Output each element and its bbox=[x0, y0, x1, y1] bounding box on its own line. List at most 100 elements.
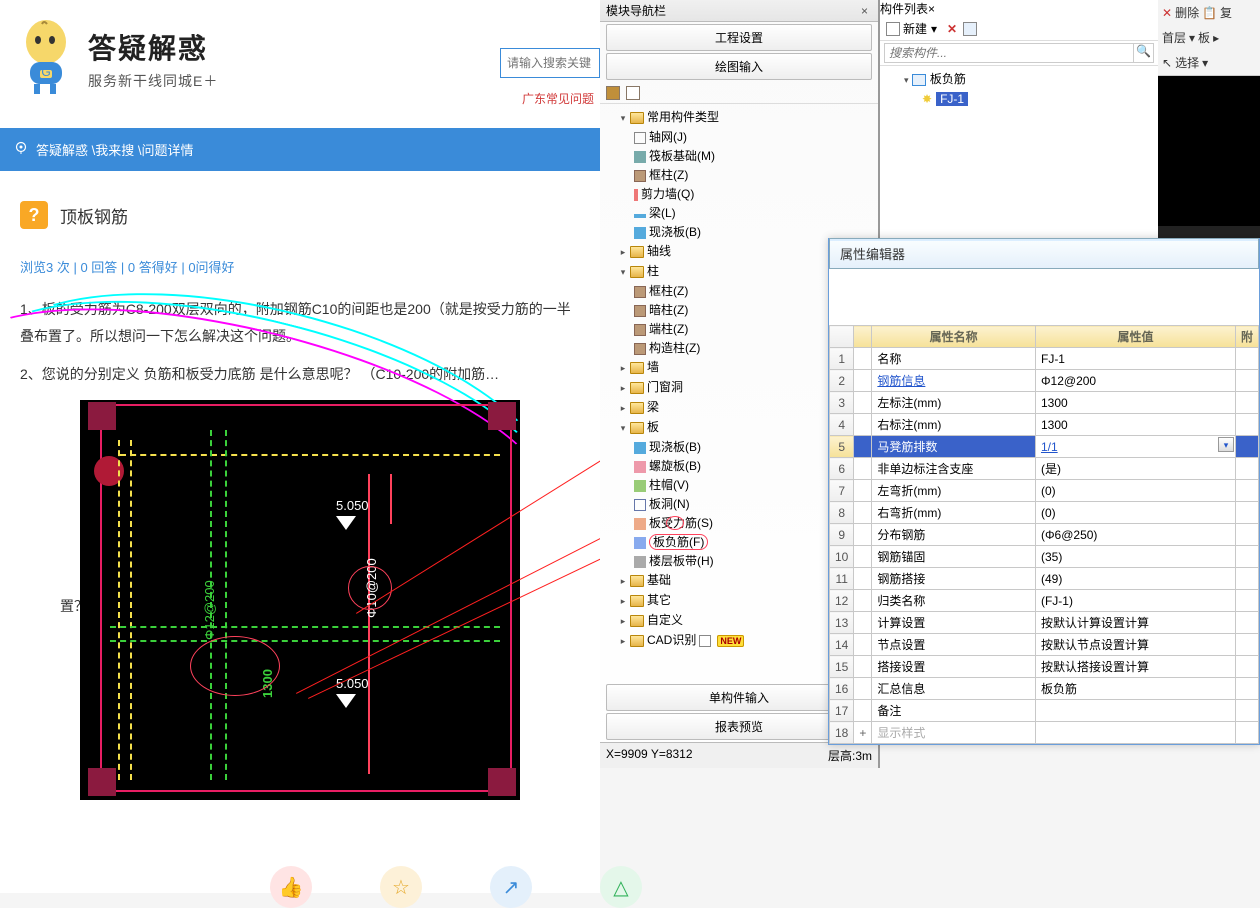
expand-icon bbox=[854, 436, 872, 458]
tab-project-settings[interactable]: 工程设置 bbox=[606, 24, 872, 51]
tree-group-foundation[interactable]: 基础 bbox=[647, 573, 671, 587]
close-icon[interactable]: × bbox=[928, 2, 935, 16]
prop-value[interactable]: (FJ-1) bbox=[1035, 590, 1235, 612]
tree-item-slab-neg-rebar[interactable]: 板负筋(F) bbox=[649, 534, 708, 550]
prop-value[interactable] bbox=[1035, 722, 1235, 744]
tree-item[interactable]: 轴网(J) bbox=[649, 130, 687, 144]
tree-item[interactable]: 螺旋板(B) bbox=[649, 459, 701, 473]
search-icon[interactable]: 🔍 bbox=[1134, 43, 1154, 63]
prop-value[interactable]: (0) bbox=[1035, 502, 1235, 524]
tree-group-column[interactable]: 柱 bbox=[647, 264, 659, 278]
component-tree[interactable]: ▾ 板负筋 ✸FJ-1 bbox=[880, 66, 1158, 113]
property-row[interactable]: 9分布钢筋(Φ6@250) bbox=[830, 524, 1259, 546]
select-button[interactable]: 选择 bbox=[1175, 54, 1199, 71]
tree-item[interactable]: 剪力墙(Q) bbox=[641, 187, 694, 201]
type-selector[interactable]: 板 bbox=[1198, 29, 1210, 46]
comp-tree-selected[interactable]: FJ-1 bbox=[936, 92, 968, 106]
logo-text: 答疑解惑 服务新干线同城E＋ bbox=[88, 27, 218, 91]
prop-value[interactable]: FJ-1 bbox=[1035, 348, 1235, 370]
property-row[interactable]: 18+显示样式 bbox=[830, 722, 1259, 744]
prop-value[interactable]: (35) bbox=[1035, 546, 1235, 568]
tree-item[interactable]: 梁(L) bbox=[649, 206, 676, 220]
property-row[interactable]: 10钢筋锚固(35) bbox=[830, 546, 1259, 568]
floor-selector[interactable]: 首层 bbox=[1162, 29, 1186, 46]
tree-item[interactable]: 板洞(N) bbox=[649, 497, 690, 511]
prop-value[interactable]: 板负筋 bbox=[1035, 678, 1235, 700]
tree-item[interactable]: 端柱(Z) bbox=[649, 322, 688, 336]
property-row[interactable]: 12归类名称(FJ-1) bbox=[830, 590, 1259, 612]
tree-item[interactable]: 构造柱(Z) bbox=[649, 341, 700, 355]
tree-group-slab[interactable]: 板 bbox=[647, 420, 659, 434]
tree-item[interactable]: 框柱(Z) bbox=[649, 168, 688, 182]
property-row[interactable]: 1名称FJ-1 bbox=[830, 348, 1259, 370]
property-row[interactable]: 2钢筋信息Φ12@200 bbox=[830, 370, 1259, 392]
tree-item[interactable]: 筏板基础(M) bbox=[649, 149, 715, 163]
property-row[interactable]: 4右标注(mm)1300 bbox=[830, 414, 1259, 436]
tree-item[interactable]: 楼层板带(H) bbox=[649, 554, 714, 568]
prop-value[interactable]: 1300 bbox=[1035, 392, 1235, 414]
warning-icon[interactable]: △ bbox=[600, 866, 642, 908]
prop-value[interactable]: Φ12@200 bbox=[1035, 370, 1235, 392]
tree-item[interactable]: 柱帽(V) bbox=[649, 478, 689, 492]
share-icon[interactable]: ↗ bbox=[490, 866, 532, 908]
tree-group-beam[interactable]: 梁 bbox=[647, 400, 659, 414]
comp-tree-root[interactable]: 板负筋 bbox=[930, 72, 966, 86]
property-row[interactable]: 16汇总信息板负筋 bbox=[830, 678, 1259, 700]
new-icon[interactable] bbox=[886, 22, 900, 36]
expand-icon[interactable]: + bbox=[854, 722, 872, 744]
prop-value[interactable]: 1300 bbox=[1035, 414, 1235, 436]
tree-group-other[interactable]: 其它 bbox=[647, 593, 671, 607]
tree-group-axis[interactable]: 轴线 bbox=[647, 244, 671, 258]
tree-group-custom[interactable]: 自定义 bbox=[647, 613, 683, 627]
component-search-input[interactable] bbox=[884, 43, 1134, 63]
search-input[interactable] bbox=[500, 48, 600, 78]
property-row[interactable]: 14节点设置按默认节点设置计算 bbox=[830, 634, 1259, 656]
prop-value[interactable]: 按默认计算设置计算 bbox=[1035, 612, 1235, 634]
tree-item[interactable]: 现浇板(B) bbox=[649, 440, 701, 454]
tree-group-wall[interactable]: 墙 bbox=[647, 360, 659, 374]
close-icon[interactable]: × bbox=[857, 4, 872, 18]
prop-value[interactable]: (Φ6@250) bbox=[1035, 524, 1235, 546]
copy-icon[interactable] bbox=[963, 22, 977, 36]
tree-item[interactable]: 现浇板(B) bbox=[649, 225, 701, 239]
duplicate-icon[interactable]: 📋 bbox=[1202, 6, 1217, 20]
toolbar-icon[interactable] bbox=[626, 86, 640, 100]
property-row[interactable]: 6非单边标注含支座(是) bbox=[830, 458, 1259, 480]
property-row[interactable]: 5马凳筋排数1/1▾ bbox=[830, 436, 1259, 458]
property-row[interactable]: 3左标注(mm)1300 bbox=[830, 392, 1259, 414]
dropdown-icon[interactable]: ▾ bbox=[1218, 437, 1234, 452]
cad-drawing: 5.050 5.050 Φ12@200 1300 Φ10@200 bbox=[80, 400, 520, 800]
tab-drawing-input[interactable]: 绘图输入 bbox=[606, 53, 872, 80]
cursor-icon: ↖ bbox=[1162, 56, 1172, 70]
prop-value[interactable]: (49) bbox=[1035, 568, 1235, 590]
breadcrumb-text[interactable]: 答疑解惑 \我来搜 \问题详情 bbox=[36, 140, 193, 159]
thumbs-up-icon[interactable]: 👍 bbox=[270, 866, 312, 908]
delete-icon[interactable]: ✕ bbox=[947, 22, 957, 36]
tree-item[interactable]: 暗柱(Z) bbox=[649, 303, 688, 317]
delete-icon[interactable]: ✕ bbox=[1162, 6, 1172, 20]
tree-item[interactable]: 框柱(Z) bbox=[649, 284, 688, 298]
property-row[interactable]: 17备注 bbox=[830, 700, 1259, 722]
viewport[interactable] bbox=[1158, 76, 1260, 226]
prop-value[interactable]: 按默认搭接设置计算 bbox=[1035, 656, 1235, 678]
property-row[interactable]: 8右弯折(mm)(0) bbox=[830, 502, 1259, 524]
tree-group-opening[interactable]: 门窗洞 bbox=[647, 380, 683, 394]
property-row[interactable]: 15搭接设置按默认搭接设置计算 bbox=[830, 656, 1259, 678]
row-number: 12 bbox=[830, 590, 854, 612]
tree-root[interactable]: 常用构件类型 bbox=[647, 110, 719, 124]
prop-value[interactable]: (0) bbox=[1035, 480, 1235, 502]
prop-value[interactable] bbox=[1035, 700, 1235, 722]
new-button[interactable]: 新建 bbox=[903, 20, 927, 37]
property-row[interactable]: 7左弯折(mm)(0) bbox=[830, 480, 1259, 502]
prop-value[interactable]: 按默认节点设置计算 bbox=[1035, 634, 1235, 656]
delete-button[interactable]: 删除 bbox=[1175, 4, 1199, 21]
common-questions-link[interactable]: 广东常见问题 bbox=[522, 90, 594, 107]
toolbar-icon[interactable] bbox=[606, 86, 620, 100]
star-icon[interactable]: ☆ bbox=[380, 866, 422, 908]
prop-value-editing[interactable]: 1/1▾ bbox=[1035, 436, 1235, 458]
property-row[interactable]: 11钢筋搭接(49) bbox=[830, 568, 1259, 590]
prop-value[interactable]: (是) bbox=[1035, 458, 1235, 480]
tree-group-cad[interactable]: CAD识别 bbox=[647, 633, 696, 647]
property-row[interactable]: 13计算设置按默认计算设置计算 bbox=[830, 612, 1259, 634]
prop-extra bbox=[1235, 348, 1258, 370]
